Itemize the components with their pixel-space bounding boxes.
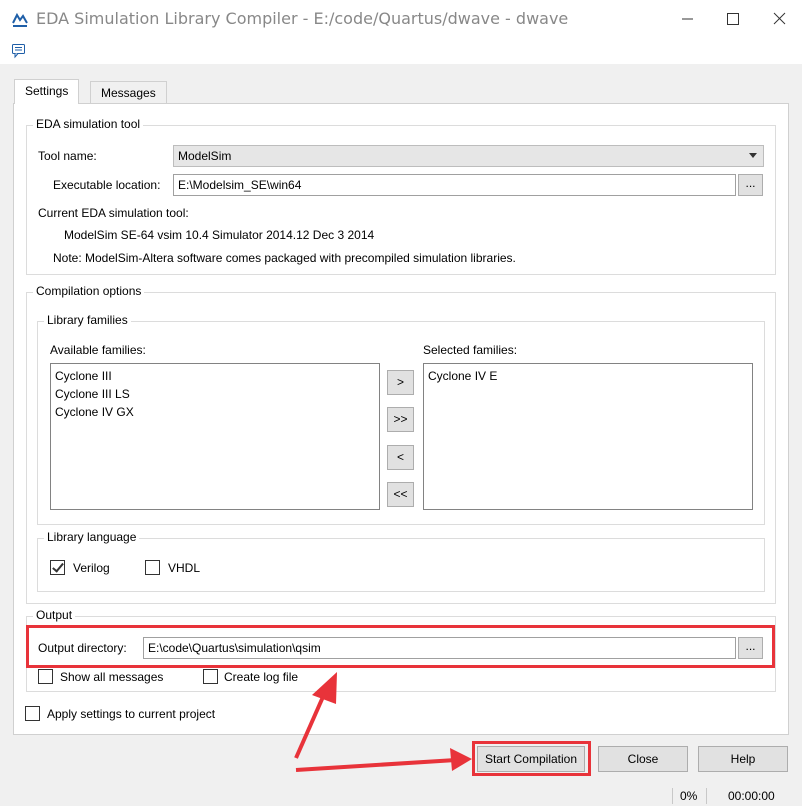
precompiled-note: Note: ModelSim-Altera software comes pac… xyxy=(53,251,516,265)
minimize-icon xyxy=(682,18,693,20)
chevron-down-icon xyxy=(749,153,757,158)
status-bar: 0% 00:00:00 xyxy=(0,786,802,806)
close-button[interactable]: Close xyxy=(598,746,688,772)
minimize-button[interactable] xyxy=(664,0,710,38)
executable-browse-button[interactable]: ... xyxy=(738,174,763,196)
list-item[interactable]: Cyclone III xyxy=(55,367,375,385)
compilation-options-group: Compilation options Library families Ava… xyxy=(26,284,776,604)
available-families-label: Available families: xyxy=(50,343,146,357)
progress-status: 0% xyxy=(680,789,698,803)
elapsed-time: 00:00:00 xyxy=(728,789,775,803)
tool-name-select[interactable]: ModelSim xyxy=(173,145,764,167)
add-family-button[interactable]: > xyxy=(387,370,414,395)
create-log-file-checkbox[interactable] xyxy=(203,669,218,684)
selected-families-list[interactable]: Cyclone IV E xyxy=(423,363,753,510)
list-item[interactable]: Cyclone IV GX xyxy=(55,403,375,421)
create-log-file-label: Create log file xyxy=(224,670,299,684)
close-window-button[interactable] xyxy=(756,0,802,38)
current-tool-label: Current EDA simulation tool: xyxy=(38,206,189,220)
library-language-title: Library language xyxy=(44,530,140,544)
add-all-families-button[interactable]: >> xyxy=(387,407,414,432)
message-icon[interactable] xyxy=(11,43,27,59)
close-icon xyxy=(773,12,786,25)
compilation-options-title: Compilation options xyxy=(33,284,145,298)
library-families-group: Library families Available families: Cyc… xyxy=(37,313,765,525)
list-item[interactable]: Cyclone IV E xyxy=(428,367,748,385)
vhdl-label: VHDL xyxy=(168,561,201,575)
current-tool-value: ModelSim SE-64 vsim 10.4 Simulator 2014.… xyxy=(64,228,375,242)
verilog-checkbox[interactable] xyxy=(50,560,65,575)
output-directory-highlight xyxy=(26,625,775,668)
tool-name-value: ModelSim xyxy=(178,149,232,163)
show-all-messages-checkbox[interactable] xyxy=(38,669,53,684)
executable-location-label: Executable location: xyxy=(53,178,161,192)
verilog-label: Verilog xyxy=(73,561,110,575)
library-families-title: Library families xyxy=(44,313,131,327)
eda-tool-group-title: EDA simulation tool xyxy=(33,117,144,131)
maximize-icon xyxy=(727,13,739,25)
remove-family-button[interactable]: < xyxy=(387,445,414,470)
output-group-title: Output xyxy=(33,608,76,622)
show-all-messages-label: Show all messages xyxy=(60,670,164,684)
vhdl-checkbox[interactable] xyxy=(145,560,160,575)
library-language-group: Library language Verilog VHDL xyxy=(37,530,765,592)
tab-settings[interactable]: Settings xyxy=(14,79,80,104)
app-icon xyxy=(12,12,28,27)
remove-all-families-button[interactable]: << xyxy=(387,482,414,507)
available-families-list[interactable]: Cyclone III Cyclone III LS Cyclone IV GX xyxy=(50,363,380,510)
maximize-button[interactable] xyxy=(710,0,756,38)
selected-families-label: Selected families: xyxy=(423,343,518,357)
status-divider xyxy=(706,788,707,804)
list-item[interactable]: Cyclone III LS xyxy=(55,385,375,403)
toolbar xyxy=(0,38,802,64)
title-bar: EDA Simulation Library Compiler - E:/cod… xyxy=(0,0,802,38)
tool-name-label: Tool name: xyxy=(38,149,97,163)
arrow-to-start-icon xyxy=(295,748,472,772)
window-title: EDA Simulation Library Compiler - E:/cod… xyxy=(36,9,569,28)
apply-settings-label: Apply settings to current project xyxy=(47,707,216,721)
status-divider xyxy=(672,788,673,804)
tab-messages[interactable]: Messages xyxy=(90,81,167,103)
apply-settings-checkbox[interactable] xyxy=(25,706,40,721)
executable-location-input[interactable]: E:\Modelsim_SE\win64 xyxy=(173,174,736,196)
start-compilation-highlight xyxy=(472,741,591,776)
eda-tool-group: EDA simulation tool Tool name: ModelSim … xyxy=(26,117,776,275)
help-button[interactable]: Help xyxy=(698,746,788,772)
